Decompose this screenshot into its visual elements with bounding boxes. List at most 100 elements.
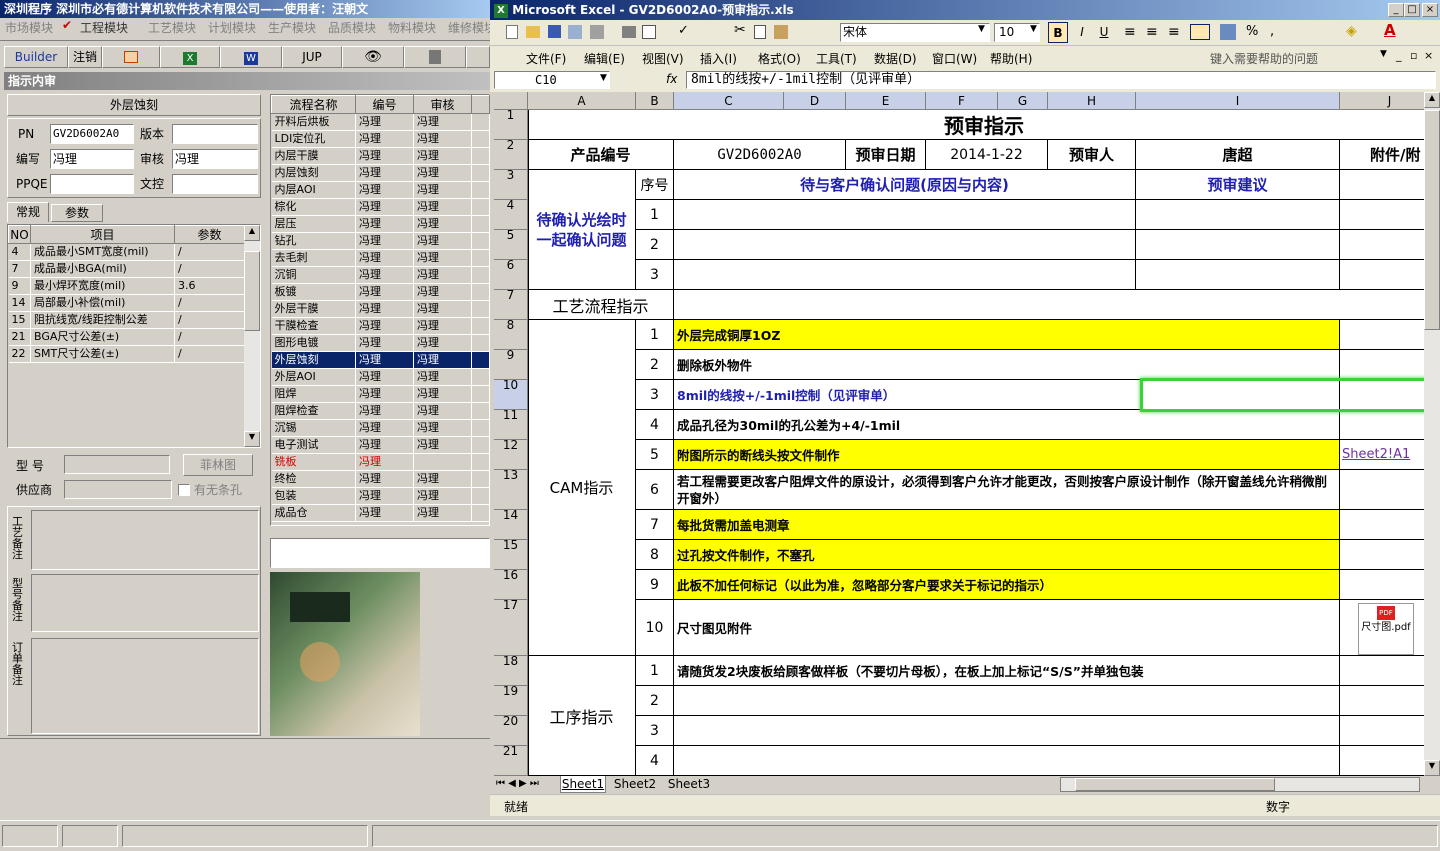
sheet-title-cell[interactable]: 预审指示 xyxy=(528,110,1424,140)
column-header[interactable]: D xyxy=(784,92,846,110)
cam-seq-cell[interactable]: 6 xyxy=(636,470,674,510)
flow-row[interactable]: 阻焊 冯理 冯理 xyxy=(271,385,490,403)
process-attachment-cell[interactable] xyxy=(1340,686,1424,716)
flow-cell[interactable]: LDI定位孔 xyxy=(271,130,356,148)
print-preview-icon[interactable] xyxy=(642,25,656,39)
flow-cell[interactable]: 冯理 xyxy=(413,130,472,148)
menu-insert[interactable]: 插入(I) xyxy=(700,50,737,67)
flow-cell[interactable]: 冯理 xyxy=(413,232,472,250)
flow-cell[interactable]: 冯理 xyxy=(355,334,414,352)
flow-cell[interactable]: 冯理 xyxy=(355,368,414,386)
flow-cell[interactable]: 冯理 xyxy=(355,266,414,284)
flow-row[interactable]: 阻焊检查 冯理 冯理 xyxy=(271,402,490,420)
more-button[interactable] xyxy=(466,46,490,68)
excel-vscroll[interactable]: ▲ ▼ xyxy=(1424,92,1440,776)
flow-row[interactable]: 成品仓 冯理 冯理 xyxy=(271,504,490,522)
pdf-attachment-icon[interactable]: PDF 尺寸图.pdf xyxy=(1358,603,1414,655)
flow-cell[interactable]: 沉锡 xyxy=(271,419,356,437)
doc-minimize-icon[interactable]: _ xyxy=(1396,49,1402,62)
param-row[interactable]: 14 局部最小补偿(mil) / xyxy=(8,294,245,312)
flow-cell[interactable]: 冯理 xyxy=(413,368,472,386)
cam-instruction-cell[interactable]: 外层完成铜厚1OZ xyxy=(674,320,1340,350)
flow-cell[interactable]: 板镀 xyxy=(271,283,356,301)
menu-process[interactable]: 工艺模块 xyxy=(148,19,196,36)
cut-icon[interactable]: ✂ xyxy=(734,22,746,38)
sheet-tab-2[interactable]: Sheet2 xyxy=(610,776,660,793)
column-header[interactable]: I xyxy=(1136,92,1340,110)
process-seq-cell[interactable]: 3 xyxy=(636,716,674,746)
process-seq-cell[interactable]: 4 xyxy=(636,746,674,776)
param-cell-no[interactable]: 15 xyxy=(8,311,31,329)
column-header[interactable]: H xyxy=(1048,92,1136,110)
report-button[interactable] xyxy=(102,46,160,68)
flow-cell[interactable]: 冯理 xyxy=(355,300,414,318)
fx-icon[interactable]: fx xyxy=(666,72,677,86)
cam-attachment-cell[interactable] xyxy=(1340,350,1424,380)
flow-cell[interactable]: 冯理 xyxy=(355,470,414,488)
flow-cell[interactable]: 图形电镀 xyxy=(271,334,356,352)
column-header[interactable]: B xyxy=(636,92,674,110)
param-cell-item[interactable]: 成品最小BGA(mil) xyxy=(30,260,175,278)
cam-seq-cell[interactable]: 4 xyxy=(636,410,674,440)
cam-seq-cell[interactable]: 5 xyxy=(636,440,674,470)
param-header-value[interactable]: 参数 xyxy=(174,225,245,244)
selected-cell-highlight[interactable] xyxy=(1140,378,1424,412)
flow-row[interactable]: 开料后烘板 冯理 冯理 xyxy=(271,113,490,131)
flow-cell[interactable]: 冯理 xyxy=(355,504,414,522)
menu-file[interactable]: 文件(F) xyxy=(526,50,566,67)
confirm-header[interactable]: 待与客户确认问题(原因与内容) xyxy=(674,170,1136,200)
flow-cell[interactable]: 冯理 xyxy=(413,249,472,267)
flow-cell[interactable]: 包装 xyxy=(271,487,356,505)
print-icon[interactable] xyxy=(622,26,636,38)
flow-cell[interactable]: 外层蚀刻 xyxy=(271,351,356,369)
cam-seq-cell[interactable]: 2 xyxy=(636,350,674,380)
font-color-icon[interactable]: A xyxy=(1384,21,1396,39)
confirm-seq-cell[interactable]: 1 xyxy=(636,200,674,230)
flow-row[interactable]: 干膜检查 冯理 冯理 xyxy=(271,317,490,335)
flow-cell[interactable]: 冯理 xyxy=(413,283,472,301)
process-label[interactable]: 工序指示 xyxy=(528,656,636,776)
flow-cell[interactable]: 冯理 xyxy=(413,470,472,488)
font-name-box[interactable]: 宋体 xyxy=(840,23,990,42)
excel-hscroll[interactable] xyxy=(1060,777,1420,792)
cam-seq-cell[interactable]: 1 xyxy=(636,320,674,350)
flow-instruction-label[interactable]: 工艺流程指示 xyxy=(528,290,674,320)
minimize-button[interactable]: _ xyxy=(1388,3,1404,17)
flow-row[interactable]: 电子测试 冯理 冯理 xyxy=(271,436,490,454)
param-cell-item[interactable]: SMT尺寸公差(±) xyxy=(30,345,175,363)
flow-cell[interactable]: 沉铜 xyxy=(271,266,356,284)
cam-seq-cell[interactable]: 3 xyxy=(636,380,674,410)
process-instruction-cell[interactable]: 请随货发2块废板给顾客做样板（不要切片母板），在板上加上标记“S/S”并单独包装 xyxy=(674,656,1340,686)
flow-cell[interactable]: 层压 xyxy=(271,215,356,233)
flow-cell[interactable]: 冯理 xyxy=(413,113,472,131)
doc-restore-icon[interactable]: ▫ xyxy=(1410,49,1417,62)
advice-cell[interactable] xyxy=(1136,230,1340,260)
flow-header-code[interactable]: 编号 xyxy=(355,95,414,114)
param-cell-item[interactable]: 局部最小补偿(mil) xyxy=(30,294,175,312)
author-field[interactable]: 冯理 xyxy=(50,149,134,169)
tab-nav-icon[interactable]: ⏮ ◀ ▶ ⏭ xyxy=(496,778,539,789)
menu-repair[interactable]: 维修模块 xyxy=(448,19,496,36)
confirm-seq-cell[interactable]: 3 xyxy=(636,260,674,290)
menu-production[interactable]: 生产模块 xyxy=(268,19,316,36)
flow-cell[interactable]: 去毛刺 xyxy=(271,249,356,267)
flow-cell[interactable]: 冯理 xyxy=(413,317,472,335)
email-icon[interactable] xyxy=(590,25,604,39)
slot-checkbox[interactable] xyxy=(178,484,190,496)
flow-row[interactable]: 图形电镀 冯理 冯理 xyxy=(271,334,490,352)
cam-attachment-cell[interactable] xyxy=(1340,540,1424,570)
process-instruction-cell[interactable] xyxy=(674,746,1340,776)
percent-icon[interactable]: % xyxy=(1246,24,1258,39)
hscroll-thumb[interactable] xyxy=(1075,778,1275,791)
flow-cell[interactable]: 冯理 xyxy=(355,164,414,182)
column-header[interactable]: G xyxy=(998,92,1048,110)
flow-cell[interactable]: 冯理 xyxy=(355,181,414,199)
reviewer-label[interactable]: 预审人 xyxy=(1048,140,1136,170)
flow-cell[interactable]: 冯理 xyxy=(355,113,414,131)
cam-instruction-cell[interactable]: 若工程需要更改客户阻焊文件的原设计，必须得到客户允许才能更改，否则按客户原设计制… xyxy=(674,470,1340,510)
formula-input[interactable]: 8mil的线按+/-1mil控制（见评审单） xyxy=(686,71,1436,89)
flow-cell[interactable]: 冯理 xyxy=(355,402,414,420)
flow-cell[interactable]: 冯理 xyxy=(355,249,414,267)
cam-seq-cell[interactable]: 8 xyxy=(636,540,674,570)
advice-cell[interactable] xyxy=(1136,200,1340,230)
